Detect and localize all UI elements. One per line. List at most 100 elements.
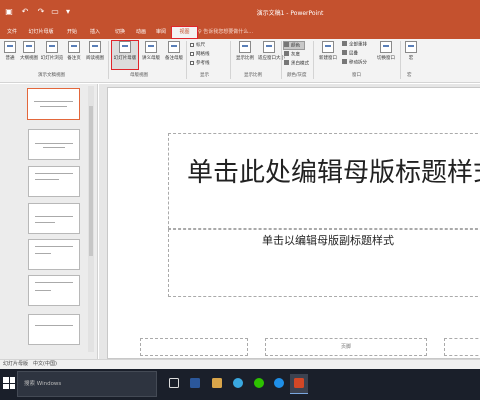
status-view: 幻灯片母版 (3, 361, 29, 367)
slide-sorter-icon (46, 41, 58, 53)
window-title: 演示文稿1 - PowerPoint (256, 10, 324, 17)
ribbon-tabs: 文件 幻灯片母版 开始 插入 切换 动画 审阅 视图 ♀ 告诉我您想要做什么..… (0, 24, 480, 39)
status-language[interactable]: 中文(中国) (33, 360, 57, 369)
taskbar-search-box[interactable]: 搜索 Windows (17, 371, 157, 397)
group-label-master-views: 母版视图 (130, 73, 148, 78)
xunlei-icon[interactable] (270, 374, 288, 394)
tell-me-search[interactable]: ♀ 告诉我您想要做什么... (198, 27, 253, 38)
slide-thumbnails-pane (0, 84, 98, 359)
reading-view-button[interactable]: 阅读视图 (85, 41, 105, 67)
normal-view-button[interactable]: 普通 (2, 41, 18, 67)
button-label: 讲义母版 (142, 56, 160, 61)
thumbnail-layout[interactable] (28, 275, 80, 306)
group-label-macros: 宏 (407, 73, 412, 78)
fit-window-icon (263, 41, 275, 53)
move-split-button[interactable]: 移动拆分 (342, 59, 367, 66)
qq-icon[interactable] (229, 374, 247, 394)
separator (186, 41, 187, 79)
guides-checkbox[interactable]: 参考线 (190, 60, 210, 66)
button-label: 备注页 (67, 56, 81, 61)
fit-to-window-button[interactable]: 适应窗口大小 (258, 41, 285, 67)
checkbox-label: 参考线 (196, 61, 210, 66)
thumbnail-layout[interactable] (28, 129, 80, 160)
macros-icon (405, 41, 417, 53)
slide-master-icon (119, 41, 131, 53)
ribbon: 普通 大纲视图 幻灯片浏览 备注页 阅读视图 演示文稿视图 幻灯片母版 讲义母版… (0, 39, 480, 83)
date-placeholder[interactable] (140, 338, 248, 356)
ruler-checkbox[interactable]: 标尺 (190, 42, 205, 48)
thumbnail-layout[interactable] (28, 314, 80, 345)
wechat-icon[interactable] (250, 374, 268, 394)
thumbnail-layout[interactable] (28, 166, 80, 197)
option-label: 黑白模式 (291, 61, 309, 67)
slide-sorter-button[interactable]: 幻灯片浏览 (40, 41, 64, 67)
new-window-icon (322, 41, 334, 53)
start-from-beginning-icon[interactable]: ▭ (49, 6, 61, 18)
handout-master-button[interactable]: 讲义母版 (140, 41, 162, 67)
slide-master-button[interactable]: 幻灯片母版 (111, 40, 139, 70)
photos-icon[interactable] (208, 374, 226, 394)
tab-file[interactable]: 文件 (2, 27, 22, 39)
button-label: 阅读视图 (86, 56, 104, 61)
black-white-button[interactable]: 黑白模式 (284, 60, 309, 67)
title-placeholder-text: 单击此处编辑母版标题样式 (186, 158, 480, 188)
footer-placeholder[interactable]: 页脚 (265, 338, 427, 356)
thumbnails-scrollbar[interactable] (88, 86, 94, 352)
separator (230, 41, 231, 79)
zoom-button[interactable]: 显示比例 (233, 41, 257, 67)
checkbox-label: 标尺 (196, 43, 205, 48)
thumbnail-master[interactable] (27, 88, 80, 120)
slide-editing-area: 单击此处编辑母版标题样式 单击以编辑母版副标题样式 页脚 (99, 84, 480, 359)
button-label: 显示比例 (236, 56, 254, 61)
tab-review[interactable]: 审阅 (151, 27, 171, 39)
notes-master-icon (168, 41, 180, 53)
arrange-all-button[interactable]: 全部重排 (342, 41, 367, 48)
status-bar: 幻灯片母版 中文(中国) (0, 359, 480, 369)
thumbnail-layout[interactable] (28, 239, 80, 270)
separator (281, 41, 282, 79)
subtitle-placeholder[interactable]: 单击以编辑母版副标题样式 (168, 229, 480, 297)
tab-insert[interactable]: 插入 (85, 27, 105, 39)
tab-slide-master[interactable]: 幻灯片母版 (24, 27, 58, 39)
title-placeholder[interactable]: 单击此处编辑母版标题样式 (168, 133, 480, 229)
task-view-icon[interactable] (165, 374, 183, 394)
windows-taskbar: 搜索 Windows (0, 369, 480, 400)
macros-button[interactable]: 宏 (404, 41, 418, 67)
option-label: 移动拆分 (349, 60, 367, 66)
button-label: 幻灯片浏览 (40, 56, 64, 61)
switch-windows-button[interactable]: 切换窗口 (374, 41, 398, 67)
windows-start-icon[interactable] (3, 377, 15, 389)
separator (313, 41, 314, 79)
tab-view[interactable]: 视图 (171, 26, 198, 39)
switch-windows-icon (380, 41, 392, 53)
powerpoint-icon[interactable] (290, 374, 308, 394)
undo-icon[interactable]: ↶ (19, 6, 31, 18)
slide-canvas[interactable]: 单击此处编辑母版标题样式 单击以编辑母版副标题样式 页脚 (107, 87, 480, 359)
separator (400, 41, 401, 79)
redo-icon[interactable]: ↷ (35, 6, 47, 18)
thumbnail-layout[interactable] (28, 203, 80, 234)
tab-transitions[interactable]: 切换 (110, 27, 130, 39)
separator (108, 41, 109, 79)
color-mode-button[interactable]: 颜色 (283, 41, 305, 50)
button-label: 切换窗口 (377, 56, 395, 61)
outline-view-button[interactable]: 大纲视图 (19, 41, 39, 67)
button-label: 备注母版 (165, 56, 183, 61)
tab-animations[interactable]: 动画 (131, 27, 151, 39)
save-icon[interactable]: ▣ (3, 6, 15, 18)
gridlines-checkbox[interactable]: 网格线 (190, 51, 210, 57)
search-placeholder: 搜索 Windows (24, 381, 62, 387)
slide-number-placeholder[interactable] (444, 338, 480, 356)
group-label-zoom: 显示比例 (244, 73, 262, 78)
scrollbar-thumb[interactable] (89, 106, 93, 256)
group-label-presentation-views: 演示文稿视图 (38, 73, 65, 78)
word-icon[interactable] (186, 374, 204, 394)
notes-page-button[interactable]: 备注页 (65, 41, 83, 67)
grayscale-button[interactable]: 灰度 (284, 51, 300, 58)
customize-icon[interactable]: ▾ (62, 6, 74, 18)
new-window-button[interactable]: 新建窗口 (316, 41, 340, 67)
notes-master-button[interactable]: 备注母版 (163, 41, 185, 67)
cascade-button[interactable]: 层叠 (342, 50, 358, 57)
subtitle-placeholder-text: 单击以编辑母版副标题样式 (262, 234, 394, 247)
tab-home[interactable]: 开始 (62, 27, 82, 39)
